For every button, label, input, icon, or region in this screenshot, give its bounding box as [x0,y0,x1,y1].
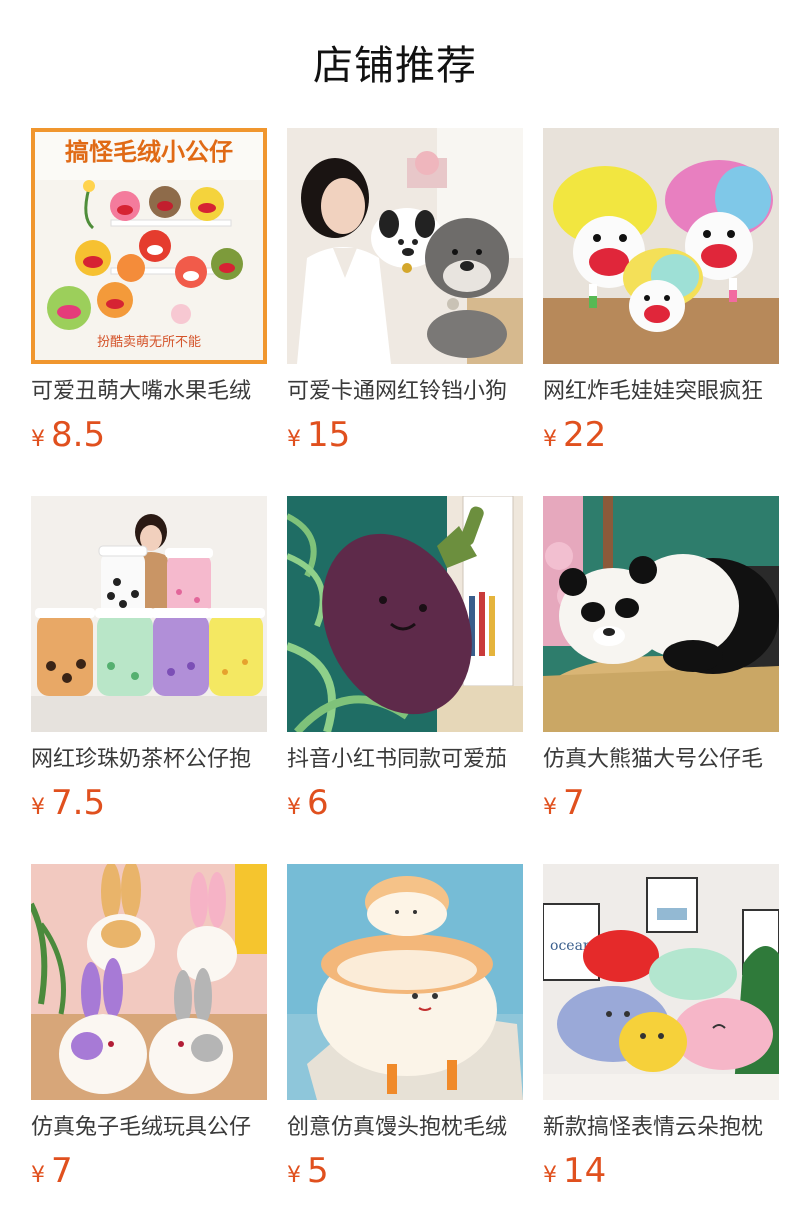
product-card[interactable]: 仿真兔子毛绒玩具公仔 ¥7 [31,864,267,1232]
price-value: 6 [307,783,329,823]
product-price: ¥22 [543,415,779,455]
product-price: ¥14 [543,1151,779,1191]
product-image[interactable] [31,496,267,732]
product-image[interactable]: 搞怪毛绒小公仔 扮酷卖萌无所不能 [31,128,267,364]
product-price: ¥5 [287,1151,523,1191]
price-value: 14 [563,1151,607,1191]
product-name[interactable]: 网红珍珠奶茶杯公仔抱 [31,745,267,775]
price-value: 7 [51,1151,73,1191]
fluffy-doll-image [543,128,779,364]
product-card[interactable]: 网红炸毛娃娃突眼疯狂 ¥22 [543,128,779,496]
product-name[interactable]: 仿真大熊猫大号公仔毛 [543,745,779,775]
currency-symbol: ¥ [31,1163,45,1188]
product-price: ¥7.5 [31,783,267,823]
product-card[interactable]: 搞怪毛绒小公仔 扮酷卖萌无所不能 可爱丑萌大嘴水果毛绒 ¥ 8.5 [31,128,267,496]
product-name[interactable]: 抖音小红书同款可爱茄 [287,745,523,775]
steamed-bun-image [287,864,523,1100]
product-name[interactable]: 网红炸毛娃娃突眼疯狂 [543,377,779,407]
product-price: ¥7 [543,783,779,823]
currency-symbol: ¥ [543,795,557,820]
product-image[interactable] [31,864,267,1100]
product-card[interactable]: 仿真大熊猫大号公仔毛 ¥7 [543,496,779,864]
currency-symbol: ¥ [287,427,301,452]
currency-symbol: ¥ [543,427,557,452]
product-image[interactable] [543,496,779,732]
price-value: 22 [563,415,607,455]
currency-symbol: ¥ [287,1163,301,1188]
price-value: 8.5 [51,415,106,455]
product-card[interactable]: 创意仿真馒头抱枕毛绒 ¥5 [287,864,523,1232]
price-value: 15 [307,415,351,455]
currency-symbol: ¥ [287,795,301,820]
product-image[interactable] [287,128,523,364]
product-name[interactable]: 新款搞怪表情云朵抱枕 [543,1113,779,1143]
product-name[interactable]: 可爱卡通网红铃铛小狗 [287,377,523,407]
product-card[interactable]: 抖音小红书同款可爱茄 ¥6 [287,496,523,864]
product-price: ¥7 [31,1151,267,1191]
bubble-tea-image [31,496,267,732]
product-name[interactable]: 可爱丑萌大嘴水果毛绒 [31,377,267,407]
product-image[interactable] [287,496,523,732]
product-card[interactable]: 可爱卡通网红铃铛小狗 ¥15 [287,128,523,496]
currency-symbol: ¥ [31,427,45,452]
product-card[interactable]: 网红珍珠奶茶杯公仔抱 ¥7.5 [31,496,267,864]
puppy-plush-image [287,128,523,364]
product-image[interactable] [287,864,523,1100]
price-value: 5 [307,1151,329,1191]
product-image[interactable] [543,128,779,364]
product-name[interactable]: 创意仿真馒头抱枕毛绒 [287,1113,523,1143]
currency-symbol: ¥ [31,795,45,820]
product-price: ¥15 [287,415,523,455]
product-name[interactable]: 仿真兔子毛绒玩具公仔 [31,1113,267,1143]
caption-text: 扮酷卖萌无所不能 [97,335,201,350]
product-image[interactable]: ocean [543,864,779,1100]
bunny-image [31,864,267,1100]
cloud-pillow-image: ocean [543,864,779,1100]
fruit-plush-image: 搞怪毛绒小公仔 扮酷卖萌无所不能 [31,128,267,364]
product-card[interactable]: ocean 新款搞怪表情云朵抱枕 ¥14 [543,864,779,1232]
currency-symbol: ¥ [543,1163,557,1188]
panda-image [543,496,779,732]
product-price: ¥8.5 [31,415,267,455]
page-title: 店铺推荐 [313,43,477,89]
product-grid: 搞怪毛绒小公仔 扮酷卖萌无所不能 可爱丑萌大嘴水果毛绒 ¥ 8.5 可爱卡通网红… [31,128,779,1232]
banner-text: 搞怪毛绒小公仔 [65,138,233,166]
eggplant-image [287,496,523,732]
price-value: 7.5 [51,783,106,823]
price-value: 7 [563,783,585,823]
product-price: ¥6 [287,783,523,823]
